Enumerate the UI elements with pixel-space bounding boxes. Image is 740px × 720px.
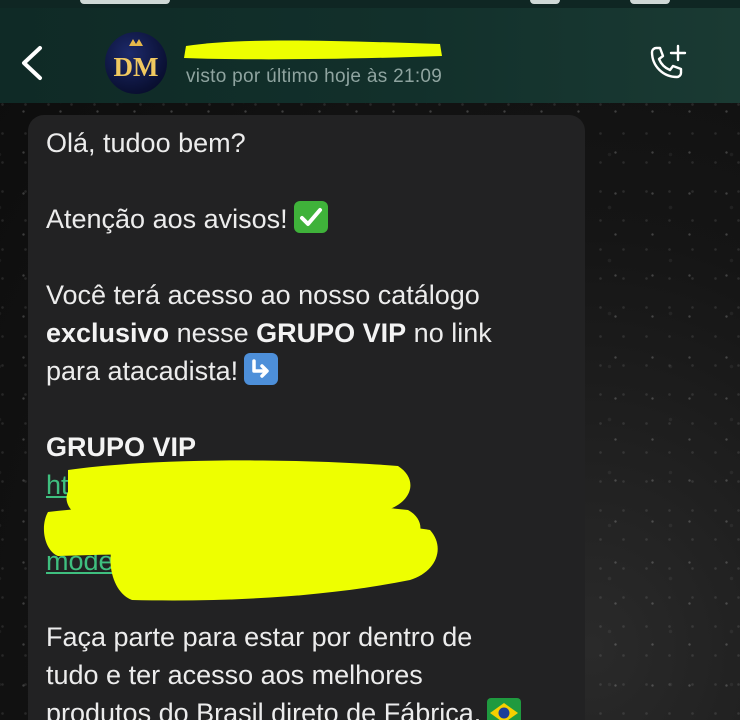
group-link-line-1[interactable]: ht: [46, 466, 69, 504]
down-right-arrow-emoji: [244, 353, 279, 385]
status-bar: [0, 0, 740, 8]
avatar-logo: DM: [114, 39, 159, 82]
grupo-vip-bold-text: GRUPO VIP: [256, 318, 407, 348]
exclusive-bold-text: exclusivo: [46, 318, 170, 348]
message-line-best: tudo e ter acesso aos melhores: [46, 660, 423, 690]
chevron-left-icon: [22, 46, 42, 80]
avatar-initials: DM: [114, 52, 159, 82]
last-seen-status: visto por último hoje às 21:09: [186, 66, 443, 87]
message-line-join: Faça parte para estar por dentro de: [46, 622, 473, 652]
crown-icon: [129, 39, 143, 46]
name-redaction-mark: [184, 40, 442, 60]
message-bubble[interactable]: Olá, tudoo bem? Atenção aos avisos! Você…: [28, 115, 585, 720]
link-suffix-text: no link: [406, 318, 492, 348]
phone-add-icon: [650, 44, 687, 79]
back-button[interactable]: [14, 40, 54, 86]
add-call-button[interactable]: [644, 42, 690, 84]
message-line-wholesale: para atacadista!: [46, 352, 279, 390]
group-link-line-2[interactable]: l: [46, 504, 52, 542]
message-line-exclusive: exclusivo nesse GRUPO VIP no link: [46, 314, 492, 352]
message-line-attention: Atenção aos avisos!: [46, 200, 328, 238]
middle-text: nesse: [169, 318, 257, 348]
group-link-line-3[interactable]: mode: [46, 542, 114, 580]
brazil-flag-emoji: [487, 698, 522, 720]
message-line-greeting: Olá, tudoo bem?: [46, 128, 246, 158]
avatar[interactable]: DM: [105, 32, 167, 94]
factory-text: produtos do Brasil direto de Fábrica.: [46, 698, 482, 720]
contact-name[interactable]: [178, 30, 448, 68]
chat-header: DM visto por último hoje às 21:09: [0, 0, 740, 103]
check-mark-emoji: [293, 201, 328, 233]
message-line-access: Você terá acesso ao nosso catálogo: [46, 280, 480, 310]
wholesale-text: para atacadista!: [46, 356, 239, 386]
message-line-factory: produtos do Brasil direto de Fábrica.: [46, 694, 522, 720]
group-title: GRUPO VIP: [46, 428, 196, 466]
attention-text: Atenção aos avisos!: [46, 204, 288, 234]
group-title-text: GRUPO VIP: [46, 432, 197, 462]
